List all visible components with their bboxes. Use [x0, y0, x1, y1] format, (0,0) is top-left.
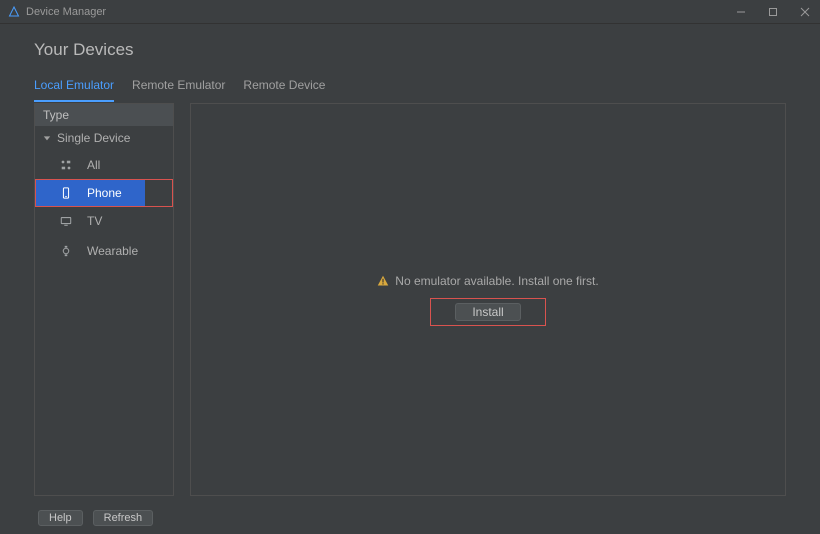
- app-logo-icon: [8, 6, 20, 18]
- tree-group-label: Single Device: [57, 131, 130, 145]
- sidebar-item-wearable[interactable]: Wearable: [35, 236, 173, 266]
- tree-group-single-device[interactable]: Single Device: [35, 126, 173, 150]
- tv-icon: [59, 214, 73, 228]
- tab-remote-device[interactable]: Remote Device: [243, 78, 325, 102]
- help-button[interactable]: Help: [38, 510, 83, 526]
- status-row: No emulator available. Install one first…: [377, 274, 598, 288]
- install-highlight-box: Install: [430, 298, 545, 326]
- sidebar-item-label: All: [87, 158, 100, 172]
- caret-down-icon: [43, 134, 51, 142]
- tree-children: All Phone TV: [35, 150, 173, 266]
- window-minimize-button[interactable]: [734, 5, 748, 19]
- sidebar-item-label: Phone: [87, 186, 122, 200]
- content-pane: No emulator available. Install one first…: [190, 103, 786, 496]
- window-close-button[interactable]: [798, 5, 812, 19]
- sidebar-item-tv[interactable]: TV: [35, 206, 173, 236]
- tab-remote-emulator[interactable]: Remote Emulator: [132, 78, 225, 102]
- title-bar: Device Manager: [0, 0, 820, 24]
- sidebar-type-header: Type: [35, 104, 173, 126]
- sidebar-item-phone[interactable]: Phone: [35, 180, 173, 206]
- window-title: Device Manager: [26, 6, 734, 18]
- sidebar-item-label: Wearable: [87, 244, 138, 258]
- tab-local-emulator[interactable]: Local Emulator: [34, 78, 114, 102]
- grid-icon: [59, 158, 73, 172]
- page-title: Your Devices: [34, 40, 786, 60]
- phone-icon: [59, 186, 73, 200]
- window-maximize-button[interactable]: [766, 5, 780, 19]
- install-button[interactable]: Install: [455, 303, 520, 321]
- status-text: No emulator available. Install one first…: [395, 274, 598, 288]
- sidebar-item-all[interactable]: All: [35, 150, 173, 180]
- footer: Help Refresh: [34, 496, 786, 526]
- window-controls: [734, 5, 812, 19]
- tab-bar: Local Emulator Remote Emulator Remote De…: [34, 78, 786, 103]
- sidebar-item-label: TV: [87, 214, 102, 228]
- watch-icon: [59, 244, 73, 258]
- warning-icon: [377, 275, 389, 287]
- sidebar: Type Single Device All: [34, 103, 174, 496]
- refresh-button[interactable]: Refresh: [93, 510, 154, 526]
